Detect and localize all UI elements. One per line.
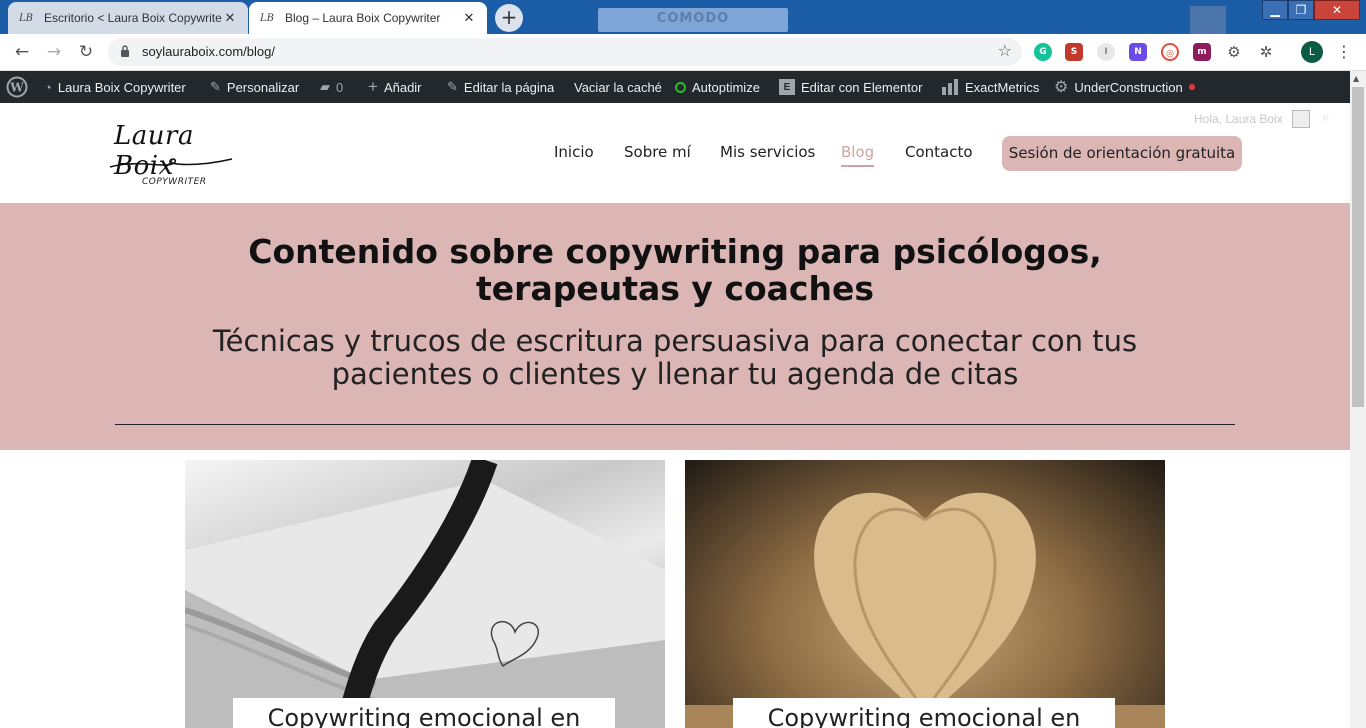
svg-text:W: W <box>9 81 24 95</box>
admin-clear-cache-label: Vaciar la caché <box>574 79 662 95</box>
admin-site-name-label: Laura Boix Copywriter <box>57 79 186 95</box>
browser-toolbar: ← → ↻ soylauraboix.com/blog/ ☆ G S I N ◎… <box>0 34 1366 71</box>
user-avatar-icon[interactable] <box>1292 110 1310 128</box>
close-tab-icon[interactable]: ✕ <box>461 10 477 26</box>
logo-name: Laura Boix <box>114 121 194 181</box>
scroll-up-icon[interactable]: ▲ <box>1353 74 1359 83</box>
hero-subtitle: Técnicas y trucos de escritura persuasiv… <box>212 324 1138 391</box>
grammarly-icon[interactable]: G <box>1034 43 1052 61</box>
site-logo[interactable]: Laura Boix COPYWRITER <box>108 121 238 191</box>
url-text: soylauraboix.com/blog/ <box>142 44 275 59</box>
tab-blog[interactable]: LB Blog – Laura Boix Copywriter ✕ <box>249 2 487 34</box>
seo-icon[interactable]: S <box>1065 43 1083 61</box>
new-tab-button[interactable]: + <box>495 4 523 32</box>
tab-favicon: LB <box>260 12 274 24</box>
book-heart-image <box>685 492 1165 728</box>
reload-icon[interactable]: ↻ <box>74 40 98 64</box>
nav-inicio[interactable]: Inicio <box>554 143 594 161</box>
tab-escritorio[interactable]: LB Escritorio < Laura Boix Copywrite ✕ <box>8 2 248 34</box>
wordpress-logo-icon[interactable]: W <box>6 71 28 103</box>
admin-add-new[interactable]: + Añadir <box>368 71 422 103</box>
greeting-text[interactable]: Hola, Laura Boix <box>1194 112 1283 126</box>
admin-autoptimize-label: Autoptimize <box>692 79 760 95</box>
status-dot-icon <box>1188 84 1195 90</box>
web-page: Laura Boix COPYWRITER Inicio Sobre mí Mi… <box>0 103 1350 728</box>
elementor-icon: E <box>779 79 795 95</box>
tab-favicon: LB <box>19 12 33 24</box>
post-title[interactable]: Copywriting emocional en <box>233 698 615 728</box>
admin-edit-page-label: Editar la página <box>463 79 555 95</box>
page-scrollbar[interactable]: ▲ <box>1350 71 1366 728</box>
cog-icon: ⚙ <box>1054 79 1069 96</box>
ime-icon[interactable]: I <box>1097 43 1115 61</box>
logo-underline <box>109 158 233 168</box>
cta-button[interactable]: Sesión de orientación gratuita <box>1002 136 1242 171</box>
nav-blog[interactable]: Blog <box>841 143 875 167</box>
tab-title: Escritorio < Laura Boix Copywrite <box>44 11 222 25</box>
hero-title: Contenido sobre copywriting para psicólo… <box>248 232 1102 308</box>
site-header: Laura Boix COPYWRITER Inicio Sobre mí Mi… <box>0 103 1350 203</box>
wp-admin-bar: W ◔ Laura Boix Copywriter ✎ Personalizar… <box>0 71 1350 103</box>
admin-edit-page[interactable]: ✎ Editar la página <box>447 71 554 103</box>
back-arrow-icon[interactable]: ← <box>10 40 34 64</box>
desktop-icon <box>1190 6 1226 34</box>
forward-arrow-icon[interactable]: → <box>42 40 66 64</box>
post-card[interactable]: Copywriting emocional en <box>685 460 1165 728</box>
notion-icon[interactable]: N <box>1129 43 1147 61</box>
comment-icon: ▰ <box>320 79 330 94</box>
notebook-heart-image <box>185 460 665 728</box>
bookmark-star-icon[interactable]: ☆ <box>998 41 1012 60</box>
logo-tagline: COPYWRITER <box>142 177 207 187</box>
dashboard-icon: ◔ <box>44 79 52 95</box>
admin-autoptimize[interactable]: Autoptimize <box>675 71 760 103</box>
comodo-background-banner: COMODO <box>598 8 788 32</box>
admin-add-new-label: Añadir <box>383 79 422 95</box>
gear-icon[interactable]: ⚙ <box>1225 43 1243 61</box>
maximize-window-button[interactable]: ❐ <box>1288 0 1314 20</box>
admin-underconstruction-label: UnderConstruction <box>1074 79 1183 95</box>
admin-comments[interactable]: ▰ 0 <box>320 71 343 103</box>
browser-tabstrip: COMODO LB Escritorio < Laura Boix Copywr… <box>0 0 1366 34</box>
minimize-window-button[interactable]: ▁ <box>1262 0 1288 20</box>
nav-mis-servicios[interactable]: Mis servicios <box>720 143 815 161</box>
deepl-icon[interactable]: m <box>1193 43 1211 61</box>
admin-customize-label: Personalizar <box>226 79 300 95</box>
admin-site-name[interactable]: ◔ Laura Boix Copywriter <box>44 71 186 103</box>
close-window-button[interactable]: ✕ <box>1314 0 1360 20</box>
bar-chart-icon <box>942 79 958 95</box>
hero-banner: Contenido sobre copywriting para psicólo… <box>0 203 1350 450</box>
tab-title: Blog – Laura Boix Copywriter <box>285 11 441 25</box>
wordpress-icon: W <box>6 76 28 98</box>
search-icon[interactable]: ⌕ <box>1322 109 1330 125</box>
post-card[interactable]: Copywriting emocional en <box>185 460 665 728</box>
plus-icon: + <box>368 77 378 96</box>
hero-divider <box>115 424 1235 425</box>
lock-icon <box>121 45 129 57</box>
puzzle-icon[interactable]: ✲ <box>1257 43 1275 61</box>
comodo-banner-label: COMODO <box>656 11 730 26</box>
paintbrush-icon: ✎ <box>210 79 221 94</box>
admin-customize[interactable]: ✎ Personalizar <box>210 71 299 103</box>
scrollbar-thumb[interactable] <box>1352 87 1364 407</box>
pencil-icon: ✎ <box>447 79 458 94</box>
address-bar[interactable]: soylauraboix.com/blog/ ☆ <box>108 38 1022 66</box>
admin-clear-cache[interactable]: Vaciar la caché <box>574 71 662 103</box>
admin-exactmetrics-label: ExactMetrics <box>965 79 1040 95</box>
admin-elementor[interactable]: E Editar con Elementor <box>779 71 922 103</box>
profile-avatar[interactable]: L <box>1301 41 1323 63</box>
admin-underconstruction[interactable]: ⚙ UnderConstruction <box>1054 71 1195 103</box>
spark-icon[interactable]: ◎ <box>1161 43 1179 61</box>
admin-exactmetrics[interactable]: ExactMetrics <box>941 71 1039 103</box>
nav-sobre-mi[interactable]: Sobre mí <box>624 143 691 161</box>
nav-contacto[interactable]: Contacto <box>905 143 973 161</box>
close-tab-icon[interactable]: ✕ <box>222 10 238 26</box>
post-title[interactable]: Copywriting emocional en <box>733 698 1115 728</box>
admin-elementor-label: Editar con Elementor <box>801 79 923 95</box>
browser-menu-icon[interactable]: ⋮ <box>1336 42 1352 61</box>
status-circle-icon <box>675 81 686 93</box>
admin-comments-count: 0 <box>336 79 344 95</box>
